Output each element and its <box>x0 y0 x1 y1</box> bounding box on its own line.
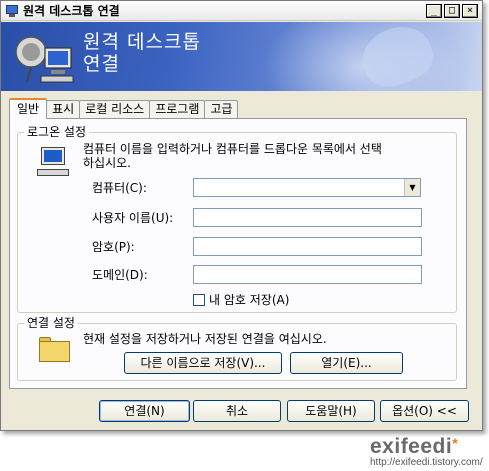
connection-description: 현재 설정을 저장하거나 저장된 연결을 여십시오. <box>83 332 327 346</box>
tab-local-resources[interactable]: 로컬 리소스 <box>79 100 151 119</box>
connect-button[interactable]: 연결(N) <box>99 400 190 422</box>
username-label: 사용자 이름(U): <box>92 211 174 225</box>
logon-settings-label: 로그온 설정 <box>24 125 90 139</box>
save-password-checkbox[interactable] <box>193 294 205 306</box>
minimize-button[interactable]: _ <box>426 4 442 18</box>
connection-settings-group: 연결 설정 현재 설정을 저장하거나 저장된 연결을 여십시오. 다른 이름으로… <box>17 316 457 381</box>
banner-title: 원격 데스크톱 연결 <box>83 31 201 75</box>
tab-advanced[interactable]: 고급 <box>204 100 239 119</box>
logon-instruction: 컴퓨터 이름을 입력하거나 컴퓨터를 드롭다운 목록에서 선택 하십시오. <box>83 142 382 170</box>
computer-combo[interactable]: ▼ <box>193 178 421 197</box>
folder-icon <box>38 336 72 364</box>
username-field[interactable] <box>193 208 422 227</box>
save-as-button[interactable]: 다른 이름으로 저장(V)... <box>124 352 282 374</box>
password-field[interactable] <box>193 237 422 256</box>
tab-general[interactable]: 일반 <box>9 98 48 119</box>
maximize-button[interactable]: □ <box>444 4 460 18</box>
tab-strip: 일반 표시 로컬 리소스 프로그램 고급 <box>9 98 239 119</box>
watermark: exifeedi* http://exifeedi.tistory.com/ <box>370 435 483 468</box>
remote-desktop-window: 원격 데스크톱 연결 _ □ × 원격 데스크톱 연결 일반 표시 로컬 리소스… <box>0 0 483 431</box>
title-bar[interactable]: 원격 데스크톱 연결 _ □ × <box>1 1 482 21</box>
save-password-label[interactable]: 내 암호 저장(A) <box>209 293 289 307</box>
domain-label: 도메인(D): <box>92 268 148 282</box>
watermark-logo: exifeedi* <box>370 435 459 458</box>
window-icon <box>5 4 19 18</box>
computer-label: 컴퓨터(C): <box>92 181 147 195</box>
computer-icon <box>37 145 71 179</box>
close-button[interactable]: × <box>462 4 478 18</box>
window-title: 원격 데스크톱 연결 <box>23 4 120 18</box>
password-label: 암호(P): <box>92 240 135 254</box>
tab-panel-general: 로그온 설정 컴퓨터 이름을 입력하거나 컴퓨터를 드롭다운 목록에서 선택 하… <box>9 118 467 389</box>
options-button[interactable]: 옵션(O) << <box>380 400 469 422</box>
tab-programs[interactable]: 프로그램 <box>149 100 206 119</box>
help-button[interactable]: 도움말(H) <box>287 400 375 422</box>
cancel-button[interactable]: 취소 <box>193 400 281 422</box>
logon-settings-group: 로그온 설정 컴퓨터 이름을 입력하거나 컴퓨터를 드롭다운 목록에서 선택 하… <box>17 125 457 313</box>
connection-settings-label: 연결 설정 <box>24 316 78 330</box>
open-button[interactable]: 열기(E)... <box>290 352 403 374</box>
banner: 원격 데스크톱 연결 <box>1 22 482 91</box>
tab-display[interactable]: 표시 <box>46 100 81 119</box>
combo-arrow-icon[interactable]: ▼ <box>404 179 420 196</box>
watermark-url: http://exifeedi.tistory.com/ <box>370 457 483 468</box>
remote-desktop-banner-icon <box>15 36 74 83</box>
domain-field[interactable] <box>193 265 422 284</box>
